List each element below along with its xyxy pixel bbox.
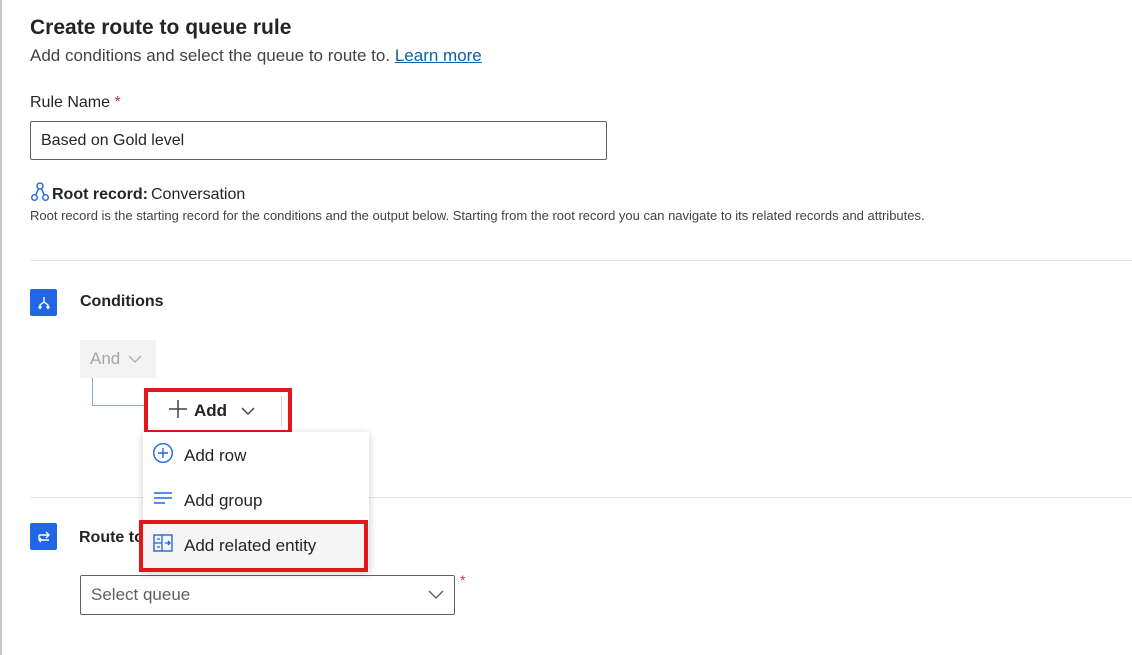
menu-item-label: Add row bbox=[184, 445, 247, 465]
button-separator bbox=[281, 396, 282, 426]
group-lines-icon bbox=[152, 487, 174, 514]
select-queue-dropdown[interactable]: Select queue bbox=[80, 575, 455, 615]
highlight-box bbox=[139, 520, 368, 572]
conditions-label: Conditions bbox=[80, 293, 164, 310]
tree-connector-horizontal bbox=[92, 405, 148, 406]
select-queue-placeholder: Select queue bbox=[91, 585, 191, 604]
plus-circle-icon bbox=[152, 442, 174, 469]
menu-item-label: Add group bbox=[184, 490, 263, 510]
rule-name-label-text: Rule Name bbox=[30, 94, 111, 111]
root-record-row: Root record: Conversation bbox=[31, 182, 245, 207]
panel-left-border bbox=[0, 0, 2, 655]
root-record-value: Conversation bbox=[151, 185, 246, 203]
page-title: Create route to queue rule bbox=[30, 16, 292, 39]
required-mark: * bbox=[114, 94, 121, 111]
queue-required-mark: * bbox=[460, 572, 466, 588]
chevron-down-icon bbox=[428, 585, 444, 605]
tree-connector-vertical bbox=[92, 378, 93, 405]
conditions-icon bbox=[30, 289, 57, 316]
root-record-label: Root record: bbox=[52, 185, 148, 203]
rule-name-label: Rule Name * bbox=[30, 94, 121, 112]
route-to-label: Route to bbox=[79, 529, 144, 546]
menu-item-add-row[interactable]: Add row bbox=[143, 433, 369, 478]
route-icon bbox=[30, 523, 57, 550]
section-divider bbox=[30, 260, 1132, 261]
chevron-down-icon bbox=[241, 401, 255, 421]
add-condition-button[interactable]: Add bbox=[144, 388, 292, 434]
learn-more-link[interactable]: Learn more bbox=[395, 46, 482, 65]
and-operator-label: And bbox=[90, 349, 121, 368]
rule-name-input[interactable]: Based on Gold level bbox=[30, 121, 607, 160]
root-record-description: Root record is the starting record for t… bbox=[30, 208, 925, 223]
plus-icon bbox=[168, 399, 188, 424]
menu-item-add-group[interactable]: Add group bbox=[143, 478, 369, 523]
page-subtitle: Add conditions and select the queue to r… bbox=[30, 46, 482, 66]
add-button-label: Add bbox=[194, 401, 228, 420]
subtitle-text: Add conditions and select the queue to r… bbox=[30, 46, 391, 65]
and-operator-dropdown[interactable]: And bbox=[80, 340, 156, 378]
chevron-down-icon bbox=[128, 349, 142, 369]
relationship-icon bbox=[31, 182, 49, 207]
